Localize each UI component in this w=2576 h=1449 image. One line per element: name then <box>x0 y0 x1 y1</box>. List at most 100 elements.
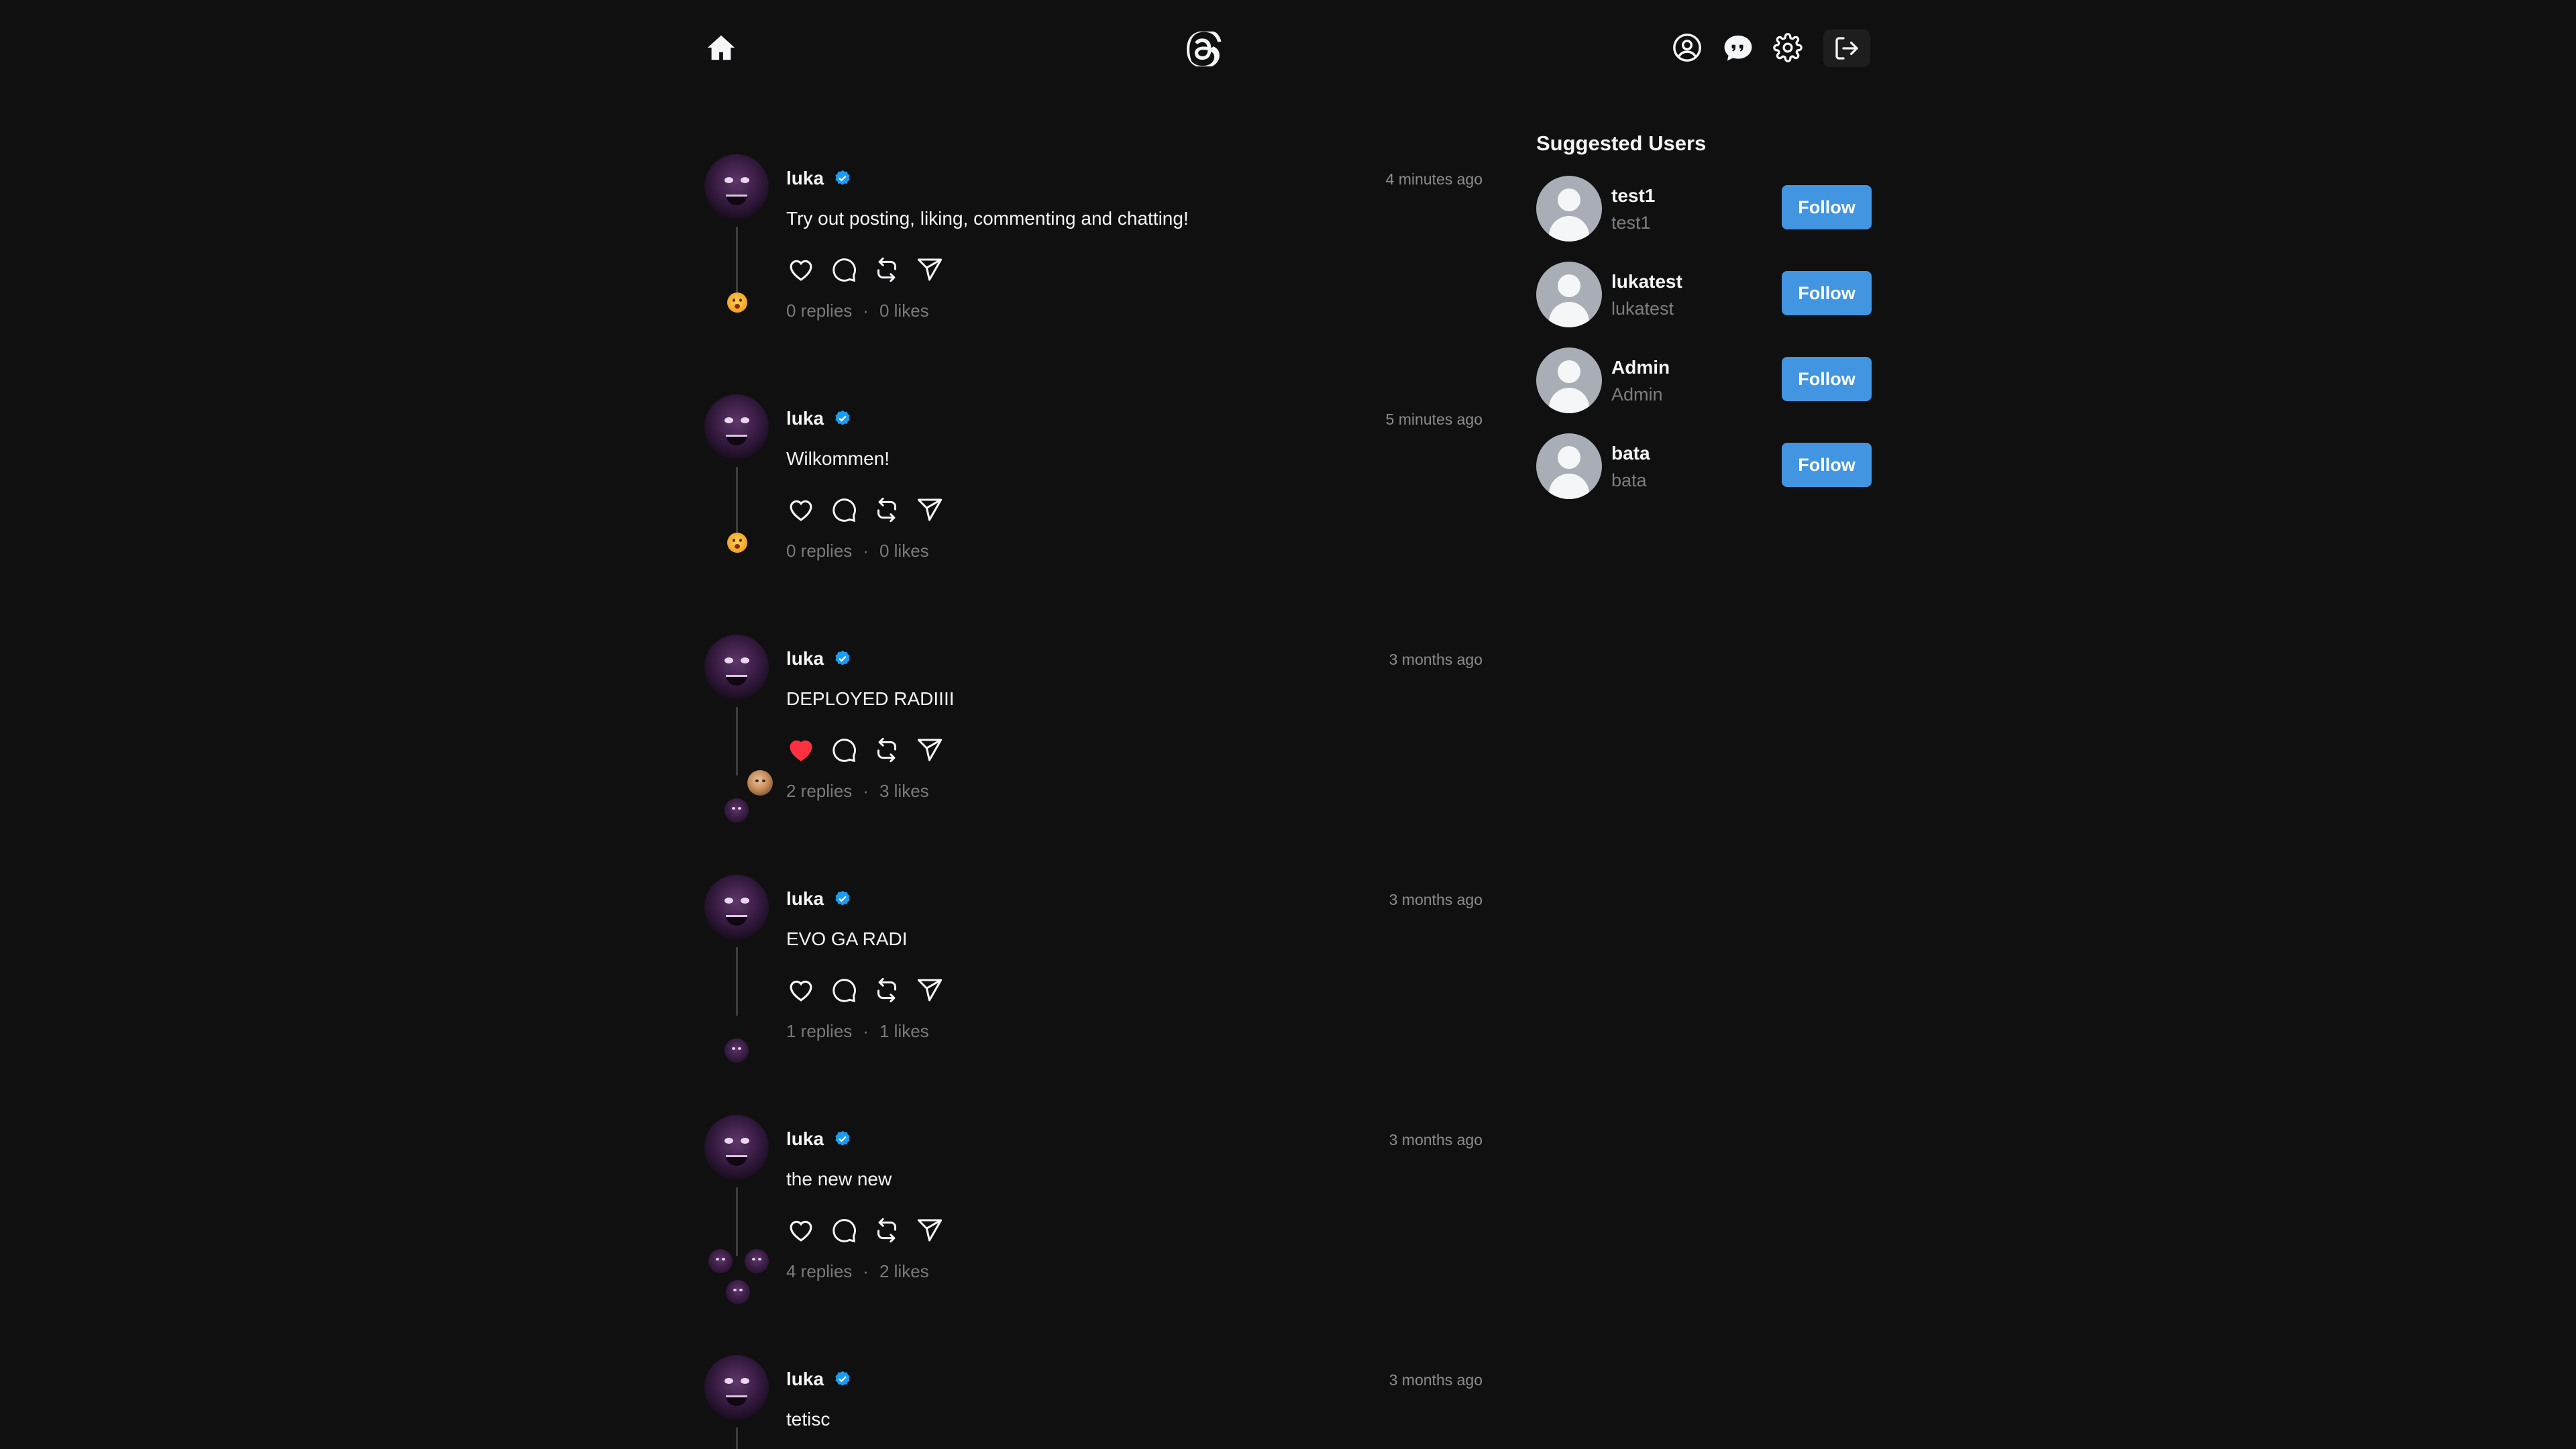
post-avatar[interactable] <box>704 635 769 699</box>
verified-badge-icon <box>835 1371 850 1386</box>
comment-icon[interactable] <box>829 975 859 1005</box>
follow-button[interactable]: Follow <box>1782 443 1872 487</box>
post-timestamp: 3 months ago <box>1389 651 1483 668</box>
home-icon[interactable] <box>704 31 738 64</box>
post-timestamp: 5 minutes ago <box>1385 411 1483 428</box>
post-avatar[interactable] <box>704 154 769 219</box>
like-count: 0 likes <box>879 541 929 561</box>
post-card[interactable]: luka 5 minutes ago Wilkommen! 0 replies … <box>704 394 1483 635</box>
post-card[interactable]: luka 3 months ago DEPLOYED RADIIII 2 rep… <box>704 635 1483 875</box>
post-avatar[interactable] <box>704 1355 769 1419</box>
reply-count[interactable]: 1 replies <box>786 1021 852 1042</box>
post-card[interactable]: luka 4 minutes ago Try out posting, liki… <box>704 154 1483 394</box>
default-avatar-icon[interactable] <box>1536 433 1602 499</box>
default-avatar-icon[interactable] <box>1536 262 1602 327</box>
like-count: 1 likes <box>879 1021 929 1041</box>
suggested-user-name[interactable]: Admin <box>1611 357 1670 378</box>
suggested-user-handle: bata <box>1611 470 1647 490</box>
post-text: the new new <box>786 1169 892 1189</box>
like-heart-icon[interactable] <box>786 1216 816 1245</box>
post-timestamp: 4 minutes ago <box>1385 170 1483 188</box>
default-avatar-icon[interactable] <box>1536 176 1602 241</box>
post-username[interactable]: luka <box>786 168 824 189</box>
share-send-icon[interactable] <box>915 1216 945 1245</box>
reply-avatar <box>724 1038 749 1063</box>
post-avatar[interactable] <box>704 1115 769 1179</box>
post-text: Wilkommen! <box>786 448 890 469</box>
like-heart-icon[interactable] <box>786 975 816 1005</box>
thread-line <box>736 707 738 775</box>
comment-icon[interactable] <box>829 495 859 525</box>
gear-icon[interactable] <box>1771 31 1805 64</box>
suggested-user: lukatest lukatest Follow <box>1536 262 1872 347</box>
repost-icon[interactable] <box>872 1216 902 1245</box>
comment-icon[interactable] <box>829 735 859 765</box>
share-send-icon[interactable] <box>915 975 945 1005</box>
verified-badge-icon <box>835 410 850 425</box>
stats-separator: · <box>863 781 869 801</box>
thread-line <box>736 1187 738 1256</box>
logout-icon[interactable] <box>1823 30 1870 67</box>
share-send-icon[interactable] <box>915 255 945 284</box>
liked-heart-icon[interactable] <box>786 735 816 765</box>
stats-separator: · <box>863 541 869 561</box>
reply-count[interactable]: 0 replies <box>786 541 852 561</box>
default-avatar-icon[interactable] <box>1536 347 1602 413</box>
verified-badge-icon <box>835 1130 850 1146</box>
post-username[interactable]: luka <box>786 888 824 910</box>
post-username[interactable]: luka <box>786 1128 824 1150</box>
post-username[interactable]: luka <box>786 648 824 669</box>
stats-separator: · <box>863 1261 869 1281</box>
suggested-user-handle: Admin <box>1611 384 1663 405</box>
profile-icon[interactable] <box>1670 31 1704 64</box>
share-send-icon[interactable] <box>915 735 945 765</box>
threads-logo-icon[interactable] <box>1186 31 1222 67</box>
suggested-user-name[interactable]: lukatest <box>1611 271 1682 292</box>
comment-icon[interactable] <box>829 1216 859 1245</box>
suggested-user-name[interactable]: bata <box>1611 443 1650 464</box>
repost-icon[interactable] <box>872 975 902 1005</box>
post-timestamp: 3 months ago <box>1389 891 1483 908</box>
thread-line <box>736 1428 738 1449</box>
like-heart-icon[interactable] <box>786 255 816 284</box>
share-send-icon[interactable] <box>915 495 945 525</box>
repost-icon[interactable] <box>872 735 902 765</box>
suggested-user-name[interactable]: test1 <box>1611 185 1655 207</box>
post-card[interactable]: luka 3 months ago the new new 4 replies … <box>704 1115 1483 1355</box>
stats-separator: · <box>863 1021 869 1041</box>
post-actions <box>786 255 945 284</box>
post-actions <box>786 1216 945 1245</box>
post-card[interactable]: luka 3 months ago EVO GA RADI 1 replies … <box>704 875 1483 1115</box>
thread-line <box>736 947 738 1016</box>
thread-line <box>736 467 738 535</box>
reply-avatar <box>747 770 773 796</box>
repost-icon[interactable] <box>872 495 902 525</box>
comment-icon[interactable] <box>829 255 859 284</box>
suggested-users-title: Suggested Users <box>1536 131 1707 155</box>
reply-avatar <box>724 798 749 822</box>
post-avatar[interactable] <box>704 875 769 939</box>
post-username[interactable]: luka <box>786 408 824 429</box>
post-card[interactable]: luka 3 months ago tetisc <box>704 1355 1483 1449</box>
post-timestamp: 3 months ago <box>1389 1131 1483 1148</box>
post-username[interactable]: luka <box>786 1368 824 1390</box>
post-avatar[interactable] <box>704 394 769 459</box>
reply-count[interactable]: 4 replies <box>786 1261 852 1282</box>
chat-icon[interactable] <box>1721 31 1756 66</box>
suggested-user: test1 test1 Follow <box>1536 176 1872 262</box>
post-actions <box>786 975 945 1005</box>
verified-badge-icon <box>835 650 850 665</box>
follow-button[interactable]: Follow <box>1782 357 1872 401</box>
repost-icon[interactable] <box>872 255 902 284</box>
suggested-user-handle: lukatest <box>1611 299 1674 319</box>
post-stats: 1 replies · 1 likes <box>786 1021 929 1042</box>
reply-count[interactable]: 2 replies <box>786 781 852 802</box>
follow-button[interactable]: Follow <box>1782 185 1872 229</box>
reply-count[interactable]: 0 replies <box>786 301 852 321</box>
reply-avatar <box>727 292 747 313</box>
follow-button[interactable]: Follow <box>1782 271 1872 315</box>
like-heart-icon[interactable] <box>786 495 816 525</box>
stats-separator: · <box>863 301 869 321</box>
post-stats: 4 replies · 2 likes <box>786 1261 929 1282</box>
suggested-user-handle: test1 <box>1611 213 1651 233</box>
